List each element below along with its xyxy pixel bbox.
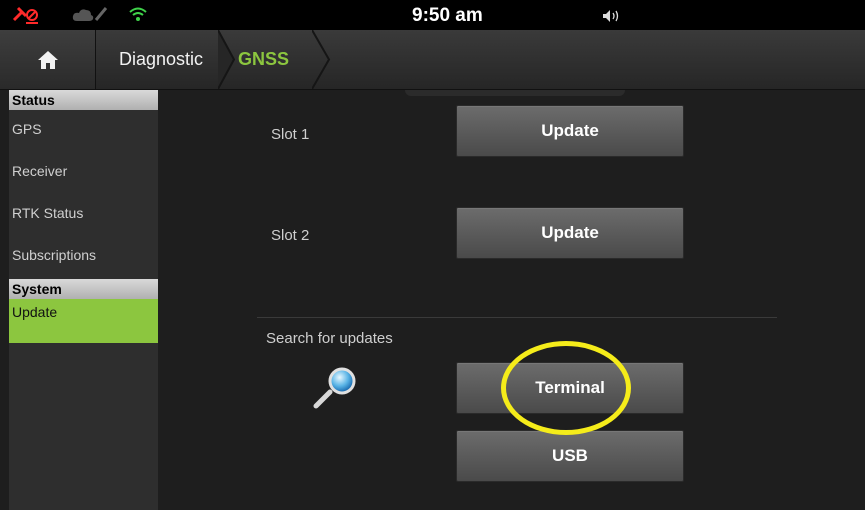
clock: 9:50 am <box>412 5 483 26</box>
slot2-label: Slot 2 <box>271 227 310 244</box>
speaker-icon[interactable] <box>603 10 621 22</box>
breadcrumb-diagnostic-label: Diagnostic <box>118 49 204 69</box>
sidebar-item-update[interactable]: Update <box>9 299 158 343</box>
top-shade <box>405 90 625 96</box>
main-panel: Slot 1 Update Slot 2 Update Search for u… <box>165 90 865 510</box>
home-button[interactable] <box>0 30 96 89</box>
gps-off-icon <box>12 6 38 24</box>
sidebar-item-subscriptions[interactable]: Subscriptions <box>9 236 158 279</box>
status-bar: 9:50 am <box>0 0 865 30</box>
sidebar-item-receiver[interactable]: Receiver <box>9 152 158 194</box>
satellite-icon <box>94 7 108 21</box>
sidebar-item-rtk-status[interactable]: RTK Status <box>9 194 158 236</box>
sidebar-item-gps[interactable]: GPS <box>9 110 158 152</box>
slot2-update-button[interactable]: Update <box>456 207 684 259</box>
breadcrumb-gnss-label: GNSS <box>238 49 290 69</box>
section-divider <box>257 317 777 318</box>
usb-button[interactable]: USB <box>456 430 684 482</box>
slot1-update-button[interactable]: Update <box>456 105 684 157</box>
wifi-icon <box>129 7 147 21</box>
sidebar-header-status: Status <box>9 90 158 110</box>
home-icon <box>37 50 58 69</box>
breadcrumb-diagnostic[interactable]: Diagnostic <box>96 30 226 89</box>
nav-bar: Diagnostic GNSS <box>0 30 865 90</box>
search-updates-label: Search for updates <box>266 330 393 347</box>
breadcrumb-end-icon <box>312 30 331 89</box>
breadcrumb-gnss[interactable]: GNSS <box>226 30 326 89</box>
sidebar-header-system: System <box>9 279 158 299</box>
magnifier-icon[interactable] <box>310 366 362 412</box>
slot1-label: Slot 1 <box>271 126 310 143</box>
sidebar: Status GPS Receiver RTK Status Subscript… <box>9 90 158 510</box>
cloud-icon <box>72 9 94 21</box>
terminal-button[interactable]: Terminal <box>456 362 684 414</box>
